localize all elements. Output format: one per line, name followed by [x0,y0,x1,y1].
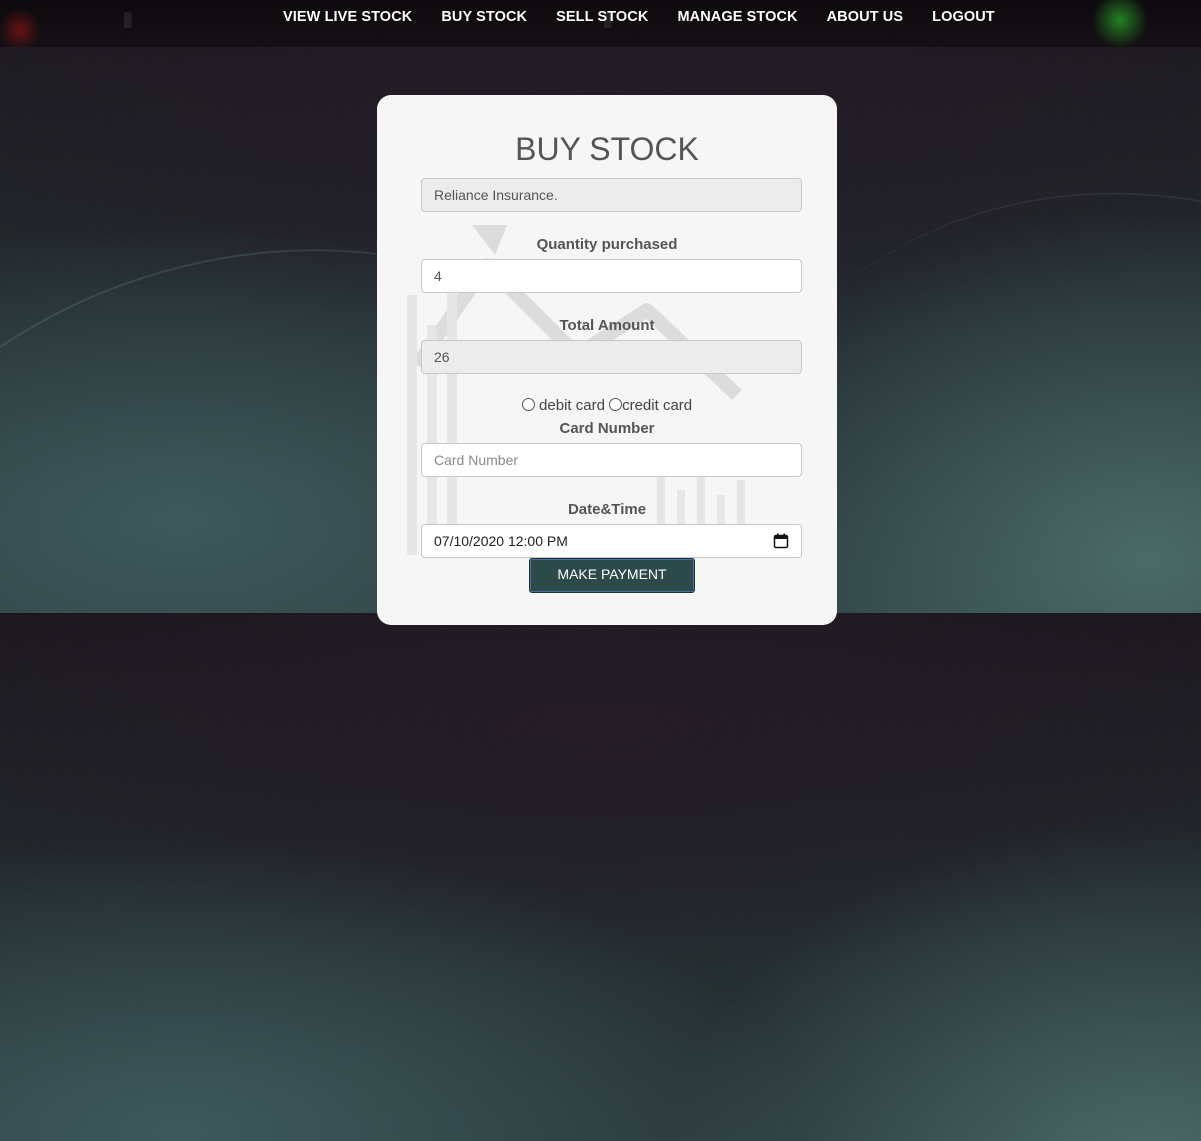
nav-links: VIEW LIVE STOCK BUY STOCK SELL STOCK MAN… [283,9,995,25]
top-navbar: ▮ ▮ VIEW LIVE STOCK BUY STOCK SELL STOCK… [0,0,1201,47]
datetime-value: 07/10/2020 12:00 PM [434,533,568,549]
debit-card-radio[interactable] [521,398,535,411]
credit-card-radio[interactable] [609,398,623,411]
nav-view-live-stock[interactable]: VIEW LIVE STOCK [283,9,412,25]
debit-card-label: debit card [539,397,605,414]
calendar-icon[interactable] [773,533,789,549]
ticker-background: ▮ [120,4,136,34]
make-payment-button[interactable]: MAKE PAYMENT [529,558,695,593]
quantity-label: Quantity purchased [536,236,678,253]
nav-logout[interactable]: LOGOUT [932,9,995,25]
company-name-field[interactable] [421,178,802,212]
page-title: BUY STOCK [515,131,699,167]
nav-about-us[interactable]: ABOUT US [827,9,904,25]
nav-sell-stock[interactable]: SELL STOCK [556,9,648,25]
total-amount-label: Total Amount [559,317,655,334]
datetime-label: Date&Time [567,501,647,518]
datetime-input[interactable]: 07/10/2020 12:00 PM [421,524,802,558]
total-amount-field[interactable] [421,340,802,374]
card-number-input[interactable] [421,443,802,477]
card-number-label: Card Number [559,420,655,437]
nav-buy-stock[interactable]: BUY STOCK [441,9,527,25]
credit-card-label: credit card [622,397,693,414]
payment-method-group: debit card credit card [377,397,837,414]
nav-manage-stock[interactable]: MANAGE STOCK [677,9,797,25]
buy-stock-card: BUY STOCK Quantity purchased Total Amoun… [377,95,837,625]
quantity-input[interactable] [421,259,802,293]
